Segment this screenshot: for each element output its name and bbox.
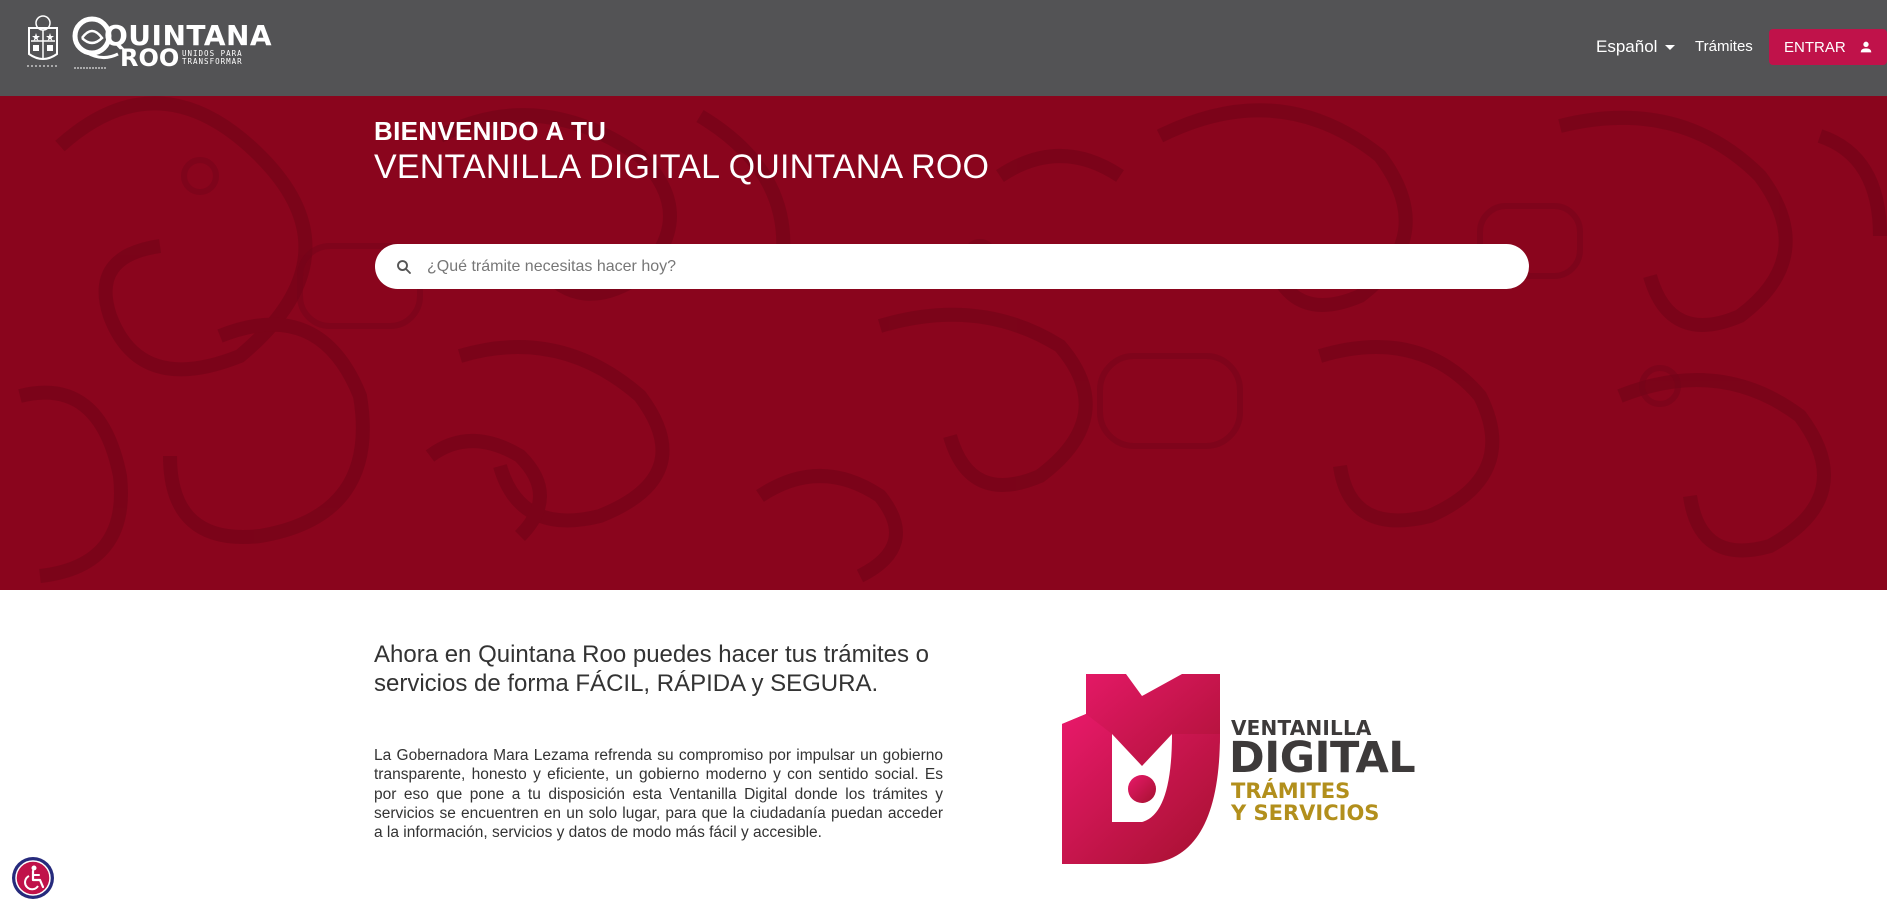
language-label: Español [1596, 37, 1658, 56]
brand-tagline: UNIDOS PARA TRANSFORMAR [182, 49, 243, 67]
hero-banner: BIENVENIDO A TU VENTANILLA DIGITAL QUINT… [0, 96, 1887, 590]
hero-kicker: BIENVENIDO A TU [374, 116, 607, 146]
accessibility-icon[interactable] [10, 856, 56, 900]
language-selector[interactable]: Español [1596, 36, 1676, 58]
vd-logo-line-servicios: Y SERVICIOS [1231, 801, 1380, 825]
chevron-down-icon [1665, 44, 1676, 50]
nav-link-tramites[interactable]: Trámites [1695, 38, 1753, 55]
login-button[interactable]: ENTRAR [1769, 29, 1887, 65]
search-input[interactable] [427, 257, 1507, 276]
ventanilla-digital-logo-mark [1062, 674, 1220, 864]
state-seal-icon [27, 15, 59, 67]
brand-name-roo: ROO [120, 44, 180, 72]
content-heading: Ahora en Quintana Roo puedes hacer tus t… [374, 641, 929, 697]
content-body: La Gobernadora Mara Lezama refrenda su c… [374, 747, 943, 842]
vd-logo-line-digital: DIGITAL [1229, 733, 1416, 783]
search-icon [397, 259, 411, 274]
user-icon [1860, 41, 1872, 53]
login-button-label: ENTRAR [1784, 38, 1846, 56]
hero-title: VENTANILLA DIGITAL QUINTANA ROO [374, 148, 990, 186]
search-bar[interactable] [375, 244, 1529, 289]
top-header: QUINTANA ROO UNIDOS PARA TRANSFORMAR Esp… [0, 0, 1887, 96]
vd-logo-line-tramites: TRÁMITES [1231, 779, 1351, 803]
